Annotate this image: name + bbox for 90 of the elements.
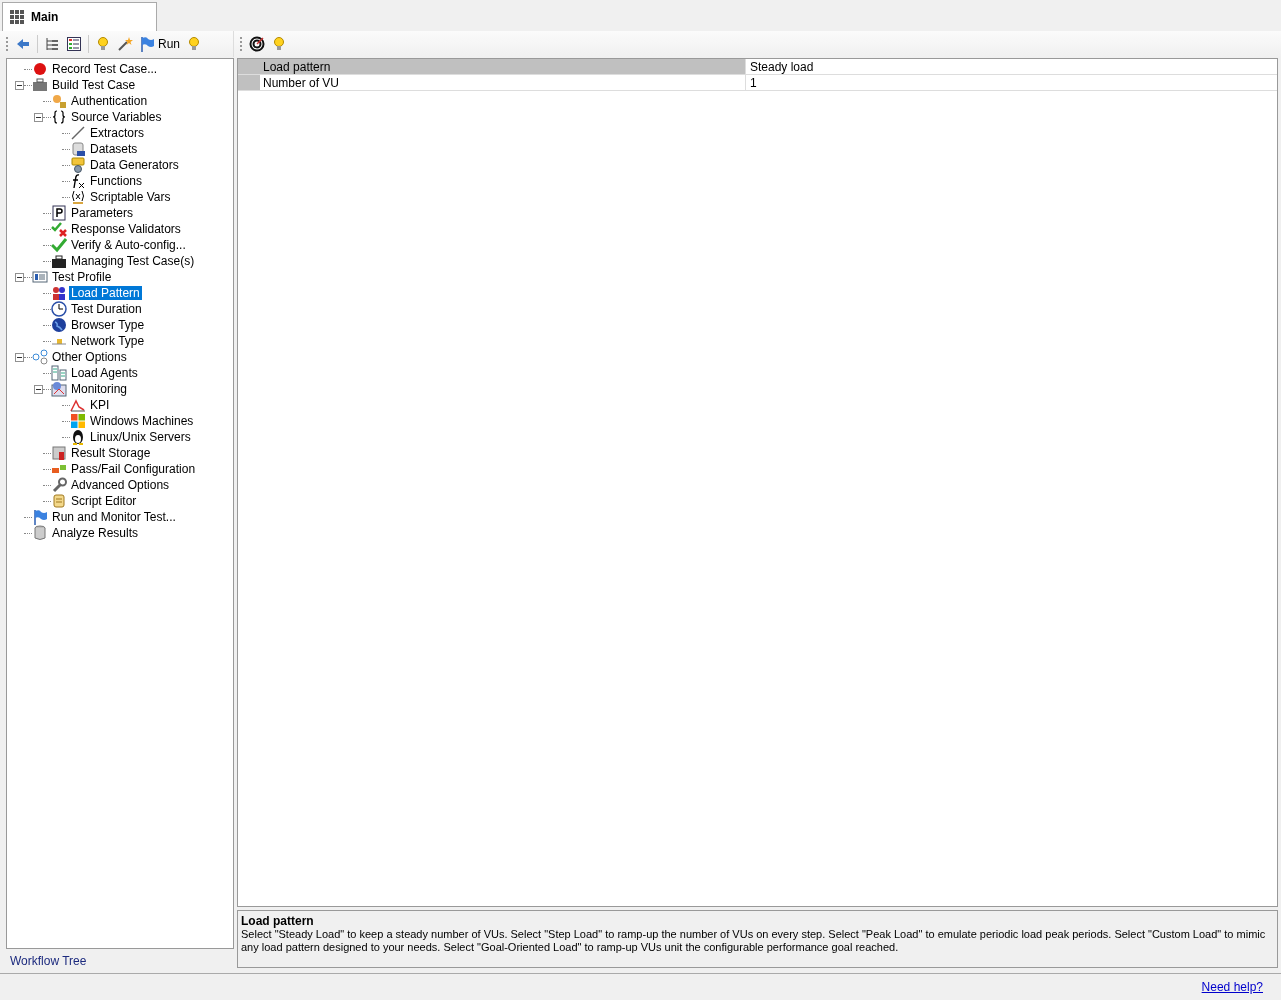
description-title: Load pattern [241, 914, 315, 928]
list-card-icon [32, 269, 48, 285]
property-value[interactable]: 1 [746, 75, 1277, 90]
tree-item[interactable]: Parameters [69, 206, 136, 220]
tree-item[interactable]: Advanced Options [69, 478, 172, 492]
wizard-button[interactable] [117, 36, 133, 52]
help-link[interactable]: Need help? [1201, 978, 1263, 996]
tree-item[interactable]: Result Storage [69, 446, 153, 460]
flag-icon [139, 36, 155, 52]
tree-view-button[interactable] [44, 36, 60, 52]
flag-icon [32, 509, 48, 525]
tree-item[interactable]: Record Test Case... [50, 62, 160, 76]
pen-icon [70, 125, 86, 141]
target-icon [249, 36, 265, 52]
property-name[interactable]: Load pattern [260, 59, 746, 74]
clock-icon [51, 301, 67, 317]
list-view-button[interactable] [66, 36, 82, 52]
bulb-icon [186, 36, 202, 52]
tree-item[interactable]: Test Duration [69, 302, 144, 316]
hint-button[interactable] [186, 36, 202, 52]
penguin-icon [70, 429, 86, 445]
p-document-icon [51, 205, 67, 221]
tree-item[interactable]: Verify & Auto-config... [69, 238, 188, 252]
tree-item[interactable]: Response Validators [69, 222, 183, 236]
tree-item[interactable]: Test Profile [50, 270, 114, 284]
description-text: Select "Steady Load" to keep a steady number of VUs. Select "Step Load" to ramp-up the number of VUs on every step. Select "Peak Load" to emulate periodic load peak periods. Select "Custom Load" to mimic any load pattern designed to your needs. Select "Goal-Oriented Load" to ramp-up VUs unit the configurable performance goal reached. [241, 928, 1267, 954]
windows-icon [70, 413, 86, 429]
bulb-icon [271, 36, 287, 52]
tree-item[interactable]: Extractors [88, 126, 146, 140]
variable-icon [70, 189, 86, 205]
scroll-icon [51, 493, 67, 509]
fx-icon [70, 173, 86, 189]
main-tab[interactable]: Main [2, 2, 157, 31]
briefcases-icon [51, 253, 67, 269]
expander-toggle[interactable] [15, 80, 24, 90]
database-icon [70, 141, 86, 157]
database-icon [32, 525, 48, 541]
row-header [238, 59, 260, 74]
tree-item[interactable]: Data Generators [88, 158, 181, 172]
tree-item[interactable]: Load Pattern [69, 286, 142, 300]
tree-item[interactable]: Managing Test Case(s) [69, 254, 197, 268]
tree-item[interactable]: Script Editor [69, 494, 139, 508]
check-cross-icon [51, 221, 67, 237]
tree-item[interactable]: Analyze Results [50, 526, 141, 540]
tree-item[interactable]: Authentication [69, 94, 150, 108]
bulb-icon [95, 36, 111, 52]
servers-icon [51, 365, 67, 381]
hint-button[interactable] [95, 36, 111, 52]
panel-title: Workflow Tree [9, 953, 88, 970]
tree-item[interactable]: Run and Monitor Test... [50, 510, 178, 524]
expander-toggle[interactable] [15, 352, 24, 362]
chart-icon [70, 397, 86, 413]
tree-item[interactable]: Linux/Unix Servers [88, 430, 193, 444]
briefcase-icon [32, 77, 48, 93]
back-button[interactable] [15, 36, 31, 52]
people-icon [51, 285, 67, 301]
property-value[interactable]: Steady load [746, 59, 1277, 74]
tree-icon [44, 36, 60, 52]
tree-item[interactable]: Browser Type [69, 318, 147, 332]
tree-item[interactable]: Datasets [88, 142, 140, 156]
checkmark-icon [51, 237, 67, 253]
braces-icon [51, 109, 67, 125]
expander-toggle[interactable] [15, 272, 24, 282]
gear-card-icon [70, 157, 86, 173]
tree-item[interactable]: Pass/Fail Configuration [69, 462, 198, 476]
tree-item[interactable]: Windows Machines [88, 414, 196, 428]
globe-icon [51, 317, 67, 333]
wand-icon [117, 36, 133, 52]
tree-item[interactable]: Build Test Case [50, 78, 138, 92]
run-button[interactable]: Run [139, 36, 180, 52]
target-button[interactable] [249, 36, 265, 52]
tree-item[interactable]: Scriptable Vars [88, 190, 173, 204]
expander-toggle[interactable] [34, 112, 43, 122]
property-name[interactable]: Number of VU [260, 75, 746, 90]
tree-item[interactable]: Functions [88, 174, 145, 188]
arrow-icon [15, 36, 31, 52]
record-icon [32, 61, 48, 77]
row-header [238, 75, 260, 90]
grid-icon [9, 9, 25, 25]
tree-item[interactable]: Network Type [69, 334, 147, 348]
storage-icon [51, 445, 67, 461]
tree-item[interactable]: Load Agents [69, 366, 140, 380]
list-icon [66, 36, 82, 52]
tree-item[interactable]: Source Variables [69, 110, 164, 124]
tree-item[interactable]: Monitoring [69, 382, 130, 396]
tree-item[interactable]: KPI [88, 398, 112, 412]
tree-item[interactable]: Other Options [50, 350, 129, 364]
hint-button[interactable] [271, 36, 287, 52]
wrench-icon [51, 477, 67, 493]
expander-toggle[interactable] [34, 384, 43, 394]
